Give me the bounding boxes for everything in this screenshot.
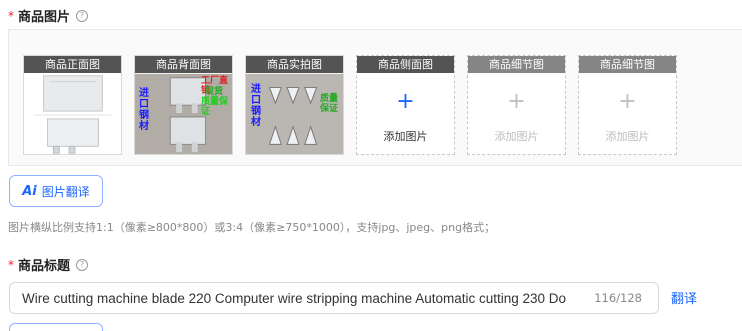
- image-format-hint: 图片横纵比例支持1:1（像素≥800*800）或3:4（像素≥750*1000）…: [8, 221, 496, 234]
- slot-label: 商品实拍图: [246, 56, 343, 73]
- image-slot-front[interactable]: 商品正面图: [23, 55, 122, 155]
- photo-overlay-text: 质量保证: [320, 94, 339, 114]
- required-mark: *: [8, 8, 14, 23]
- add-image-label: 添加图片: [605, 130, 650, 143]
- question-circle-icon[interactable]: ?: [76, 258, 89, 271]
- photo-overlay-text: 进口 钢材: [251, 84, 261, 128]
- plus-icon: +: [618, 89, 637, 114]
- product-front-photo: [24, 73, 121, 154]
- ai-icon: Ai: [22, 183, 37, 199]
- image-translate-label: 图片翻译: [41, 184, 90, 199]
- bottom-button[interactable]: [9, 323, 103, 331]
- question-circle-icon[interactable]: ?: [76, 9, 89, 22]
- title-translate-link[interactable]: 翻译: [671, 288, 697, 307]
- image-slot-side[interactable]: 商品侧面图 + 添加图片: [356, 55, 455, 155]
- required-mark: *: [8, 257, 14, 272]
- slot-label: 商品正面图: [24, 56, 121, 73]
- slot-label: 商品背面图: [135, 56, 232, 73]
- title-section-title: 商品标题: [18, 259, 71, 274]
- slot-label: 商品细节图: [468, 56, 565, 73]
- add-image-label: 添加图片: [494, 130, 539, 143]
- images-section-title: 商品图片: [18, 10, 71, 25]
- slot-label: 商品侧面图: [357, 56, 454, 73]
- char-counter: 116/128: [594, 291, 642, 305]
- title-section-label: * 商品标题 ?: [8, 255, 89, 274]
- photo-overlay-text: 质量保证: [201, 97, 229, 117]
- product-title-input[interactable]: [22, 283, 600, 313]
- photo-overlay-text: 进口 钢材: [139, 88, 149, 132]
- plus-icon[interactable]: +: [357, 91, 454, 113]
- image-slot-detail: 商品细节图 + 添加图片: [467, 55, 566, 155]
- images-section-label: * 商品图片 ?: [8, 6, 89, 25]
- image-slots-panel: 商品正面图 商品背面图 进口 钢材 工厂直销 现货 质量保证 商品实拍图 进口 …: [8, 29, 742, 166]
- image-slot-back[interactable]: 商品背面图 进口 钢材 工厂直销 现货 质量保证: [134, 55, 233, 155]
- slot-label: 商品细节图: [579, 56, 676, 73]
- product-title-field[interactable]: 116/128: [9, 282, 659, 314]
- image-translate-button[interactable]: Ai 图片翻译: [9, 175, 103, 207]
- photo-overlay-text: 现货: [205, 87, 224, 97]
- image-slot-real[interactable]: 商品实拍图 进口 钢材 质量保证: [245, 55, 344, 155]
- plus-icon: +: [507, 89, 526, 114]
- image-slot-detail: 商品细节图 + 添加图片: [578, 55, 677, 155]
- add-image-label[interactable]: 添加图片: [357, 128, 454, 144]
